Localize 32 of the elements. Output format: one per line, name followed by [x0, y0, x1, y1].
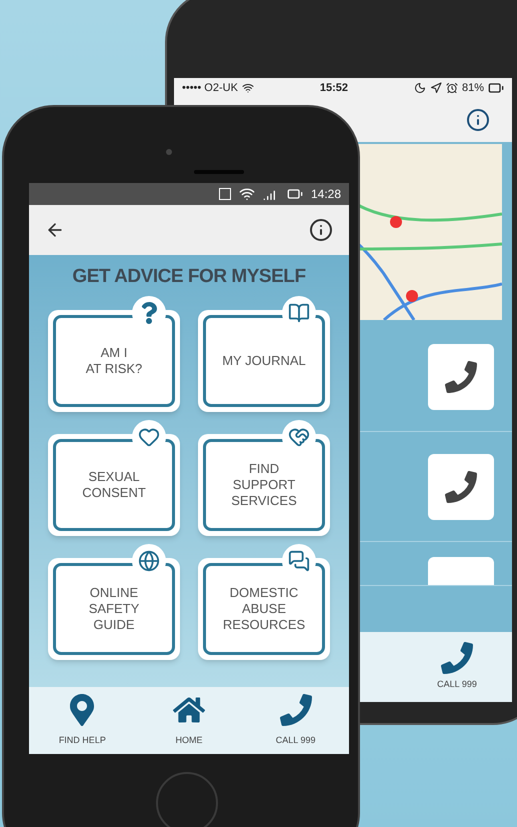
heart-icon: [138, 426, 160, 448]
alarm-icon: [446, 82, 458, 94]
nav-button[interactable]: CALL 999: [402, 632, 512, 702]
globe-icon: [138, 550, 160, 572]
call-button[interactable]: [428, 454, 494, 520]
location-arrow-icon: [430, 82, 442, 94]
info-icon[interactable]: [309, 218, 333, 242]
chat-bubbles-icon: [288, 550, 310, 572]
menu-tile[interactable]: FIND SUPPORT SERVICES: [198, 434, 330, 536]
wifi-icon: [238, 186, 255, 202]
phone-icon: [280, 694, 312, 726]
menu-tile[interactable]: DOMESTIC ABUSE RESOURCES: [198, 558, 330, 660]
moon-icon: [414, 82, 426, 94]
nav-button[interactable]: CALL 999: [250, 694, 341, 748]
menu-tile[interactable]: SEXUAL CONSENT: [48, 434, 180, 536]
menu-tile[interactable]: MY JOURNAL: [198, 310, 330, 412]
menu-tile[interactable]: ONLINE SAFETY GUIDE: [48, 558, 180, 660]
battery-text: 81%: [462, 80, 484, 96]
carrier-text: ••••• O2-UK: [182, 80, 238, 96]
phone-icon: [441, 642, 473, 674]
book-icon: [288, 302, 310, 324]
time-text: 14:28: [310, 186, 341, 203]
nav-button[interactable]: HOME: [144, 694, 234, 748]
time-text: 15:52: [320, 80, 348, 96]
phone-icon: [445, 470, 477, 502]
menu-tile[interactable]: AM I AT RISK?: [48, 310, 180, 412]
phone-icon: [445, 360, 477, 392]
heart-handshake-icon: [288, 426, 310, 448]
call-button[interactable]: [428, 344, 494, 410]
page-title: GET ADVICE FOR MYSELF: [72, 265, 306, 289]
nav-button[interactable]: FIND HELP: [37, 694, 128, 748]
info-icon[interactable]: [466, 108, 490, 132]
